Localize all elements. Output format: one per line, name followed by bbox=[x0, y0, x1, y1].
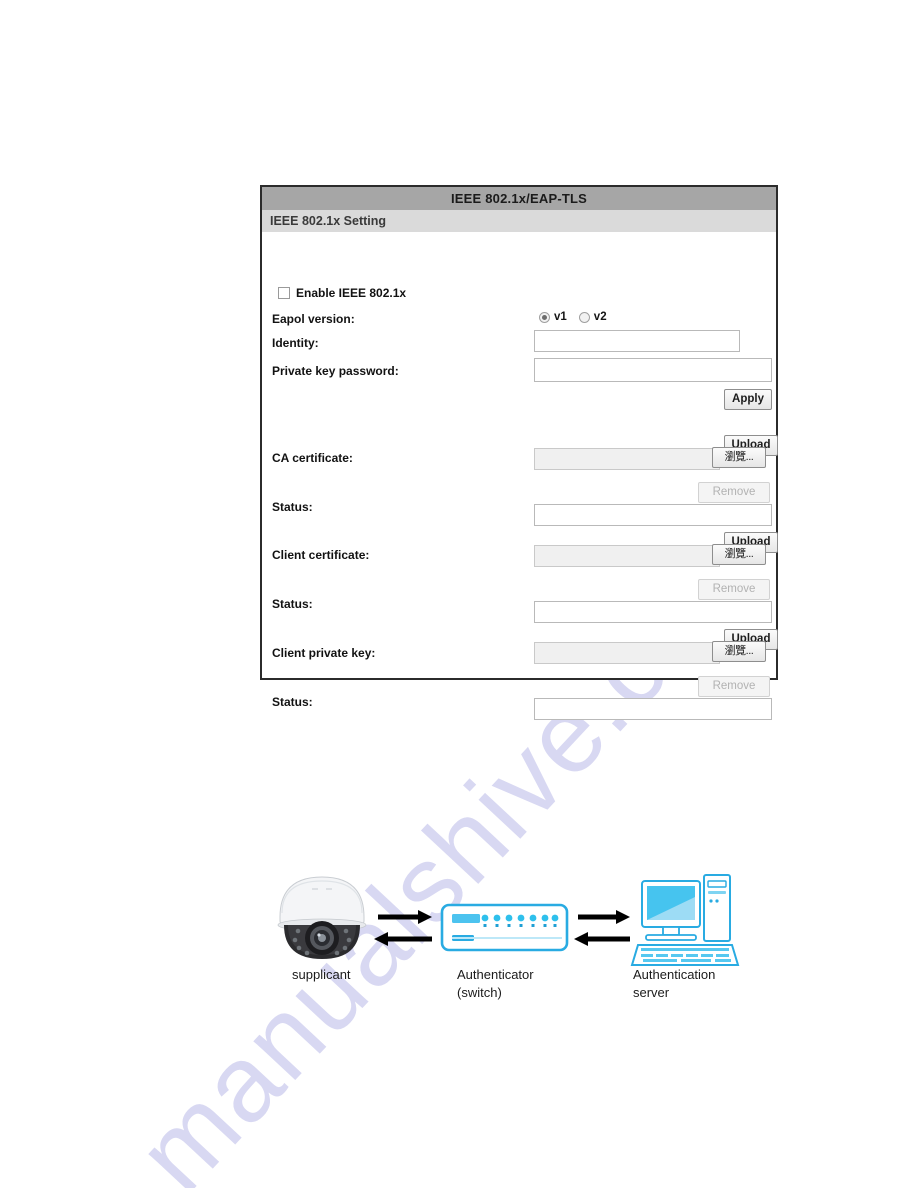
client-certificate-label: Client certificate: bbox=[272, 548, 370, 562]
ca-certificate-file-input[interactable] bbox=[534, 448, 720, 470]
eapol-v1-option[interactable]: v1 bbox=[539, 311, 567, 323]
private-key-password-input[interactable] bbox=[534, 358, 772, 382]
dome-camera-icon bbox=[277, 876, 367, 959]
ca-certificate-browse-button[interactable]: 瀏覽... bbox=[712, 447, 766, 468]
arrow-authenticator-to-supplicant bbox=[374, 932, 432, 946]
client-private-key-status-input[interactable] bbox=[534, 698, 772, 720]
eapol-v2-label: v2 bbox=[593, 311, 607, 323]
ca-certificate-label: CA certificate: bbox=[272, 451, 353, 465]
client-certificate-status-input[interactable] bbox=[534, 601, 772, 623]
arrow-authenticator-to-server bbox=[578, 910, 630, 924]
diagram-label-authentication-server-sub: server bbox=[633, 985, 670, 1000]
arrow-supplicant-to-authenticator bbox=[378, 910, 432, 924]
client-private-key-status-label: Status: bbox=[272, 695, 313, 709]
desktop-computer-icon bbox=[630, 874, 740, 966]
panel-body: Enable IEEE 802.1x Eapol version: v1 v2 … bbox=[262, 232, 778, 720]
arrow-server-to-authenticator bbox=[574, 932, 630, 946]
eapol-v1-label: v1 bbox=[554, 311, 567, 323]
client-private-key-remove-button[interactable]: Remove bbox=[698, 676, 770, 697]
diagram-label-supplicant: supplicant bbox=[292, 967, 351, 982]
client-certificate-file-input[interactable] bbox=[534, 545, 720, 567]
client-certificate-browse-button[interactable]: 瀏覽... bbox=[712, 544, 766, 565]
diagram-label-authenticator: Authenticator bbox=[457, 967, 534, 982]
client-certificate-status-label: Status: bbox=[272, 597, 313, 611]
eapol-version-radio-group[interactable]: v1 v2 bbox=[539, 311, 613, 323]
apply-button[interactable]: Apply bbox=[724, 389, 772, 410]
eap-topology-diagram: supplicant Authenticator (switch) Authen… bbox=[260, 855, 740, 1005]
page-title: IEEE 802.1x/EAP-TLS bbox=[262, 187, 776, 210]
enable-8021x-checkbox[interactable] bbox=[278, 287, 290, 299]
client-private-key-browse-button[interactable]: 瀏覽... bbox=[712, 641, 766, 662]
enable-8021x-label: Enable IEEE 802.1x bbox=[296, 286, 407, 300]
client-private-key-file-input[interactable] bbox=[534, 642, 720, 664]
ca-certificate-status-label: Status: bbox=[272, 500, 313, 514]
ieee8021x-settings-panel: IEEE 802.1x/EAP-TLS IEEE 802.1x Setting … bbox=[260, 185, 778, 720]
ca-certificate-status-input[interactable] bbox=[534, 504, 772, 526]
section-header: IEEE 802.1x Setting bbox=[262, 210, 776, 232]
private-key-password-label: Private key password: bbox=[272, 364, 399, 378]
network-switch-icon bbox=[440, 903, 569, 952]
diagram-label-authentication-server: Authentication bbox=[633, 967, 716, 982]
client-private-key-label: Client private key: bbox=[272, 646, 376, 660]
identity-label: Identity: bbox=[272, 336, 319, 350]
eapol-v2-option[interactable]: v2 bbox=[578, 311, 607, 323]
enable-8021x-row[interactable]: Enable IEEE 802.1x bbox=[278, 286, 406, 300]
eapol-version-label: Eapol version: bbox=[272, 312, 355, 326]
ca-certificate-remove-button[interactable]: Remove bbox=[698, 482, 770, 503]
eapol-v2-radio[interactable] bbox=[578, 311, 590, 323]
identity-input[interactable] bbox=[534, 330, 740, 352]
eapol-v1-radio[interactable] bbox=[539, 311, 550, 323]
diagram-label-authenticator-sub: (switch) bbox=[457, 985, 502, 1000]
client-certificate-remove-button[interactable]: Remove bbox=[698, 579, 770, 600]
